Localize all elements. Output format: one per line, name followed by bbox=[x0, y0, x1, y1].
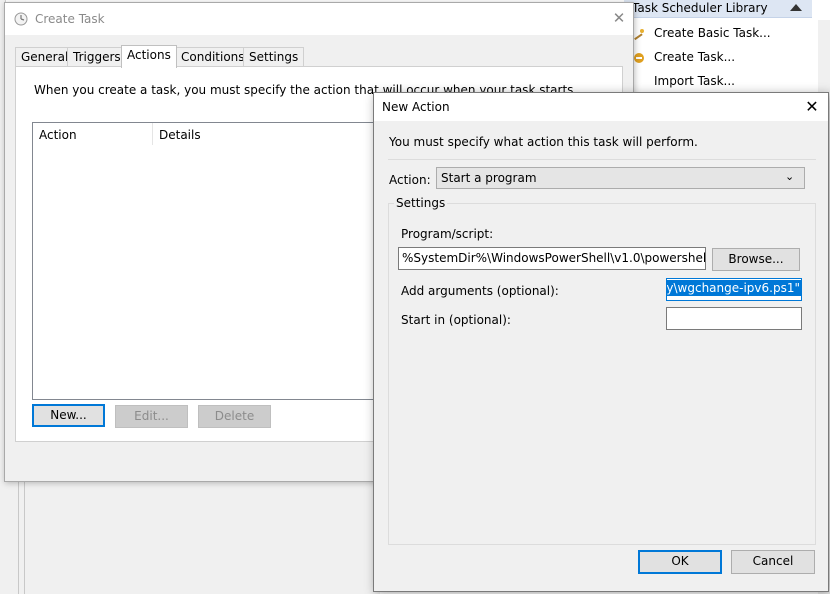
add-arguments-label: Add arguments (optional): bbox=[401, 284, 559, 298]
delete-action-button[interactable]: Delete bbox=[198, 405, 271, 428]
tab-actions[interactable]: Actions bbox=[121, 45, 177, 68]
tab-conditions[interactable]: Conditions bbox=[175, 47, 251, 67]
column-divider[interactable] bbox=[152, 123, 153, 145]
column-header-details[interactable]: Details bbox=[159, 128, 201, 142]
divider bbox=[24, 480, 25, 594]
action-dropdown[interactable]: Start a program ⌄ bbox=[436, 167, 805, 189]
ok-button[interactable]: OK bbox=[638, 550, 722, 574]
selected-arguments-text: pty\wgchange-ipv6.ps1" bbox=[667, 280, 801, 296]
divider bbox=[18, 480, 19, 594]
actions-pane-header[interactable]: Task Scheduler Library bbox=[624, 0, 812, 18]
action-label: Action: bbox=[389, 173, 431, 187]
action-dropdown-value: Start a program bbox=[441, 171, 537, 185]
divider bbox=[388, 159, 816, 160]
close-icon[interactable]: ✕ bbox=[609, 8, 629, 28]
column-header-action[interactable]: Action bbox=[39, 128, 77, 142]
wand-icon bbox=[634, 29, 644, 40]
edit-action-button[interactable]: Edit... bbox=[115, 405, 188, 428]
tab-settings[interactable]: Settings bbox=[243, 47, 305, 67]
action-import-task[interactable]: Import Task... bbox=[654, 74, 735, 88]
program-script-input[interactable]: %SystemDir%\WindowsPowerShell\v1.0\power… bbox=[398, 247, 706, 270]
new-action-dialog: New Action ✕ You must specify what actio… bbox=[373, 92, 829, 592]
action-create-basic-task[interactable]: Create Basic Task... bbox=[654, 26, 771, 40]
dialog-title: Create Task bbox=[35, 12, 105, 26]
collapse-up-icon[interactable] bbox=[790, 4, 802, 11]
task-icon bbox=[634, 53, 644, 63]
start-in-label: Start in (optional): bbox=[401, 313, 511, 327]
new-action-titlebar[interactable]: New Action ✕ bbox=[374, 93, 828, 121]
browse-button[interactable]: Browse... bbox=[712, 248, 800, 271]
dialog-title: New Action bbox=[382, 100, 450, 114]
background-lower-pane bbox=[0, 480, 380, 594]
add-arguments-input[interactable]: pty\wgchange-ipv6.ps1" bbox=[666, 278, 802, 301]
program-script-label: Program/script: bbox=[401, 227, 494, 241]
close-icon[interactable]: ✕ bbox=[802, 97, 822, 117]
create-task-titlebar[interactable]: Create Task ✕ bbox=[5, 3, 633, 35]
clock-icon bbox=[14, 12, 28, 26]
tab-triggers[interactable]: Triggers bbox=[67, 47, 127, 67]
start-in-input[interactable] bbox=[666, 307, 802, 330]
new-action-intro-text: You must specify what action this task w… bbox=[389, 135, 698, 149]
actions-header-label: Task Scheduler Library bbox=[632, 1, 768, 15]
chevron-down-icon: ⌄ bbox=[785, 170, 795, 183]
tab-general[interactable]: General bbox=[15, 47, 75, 67]
action-create-task[interactable]: Create Task... bbox=[654, 50, 735, 64]
cancel-button[interactable]: Cancel bbox=[731, 550, 815, 574]
new-action-button[interactable]: New... bbox=[32, 404, 105, 427]
settings-group-label: Settings bbox=[394, 196, 448, 210]
